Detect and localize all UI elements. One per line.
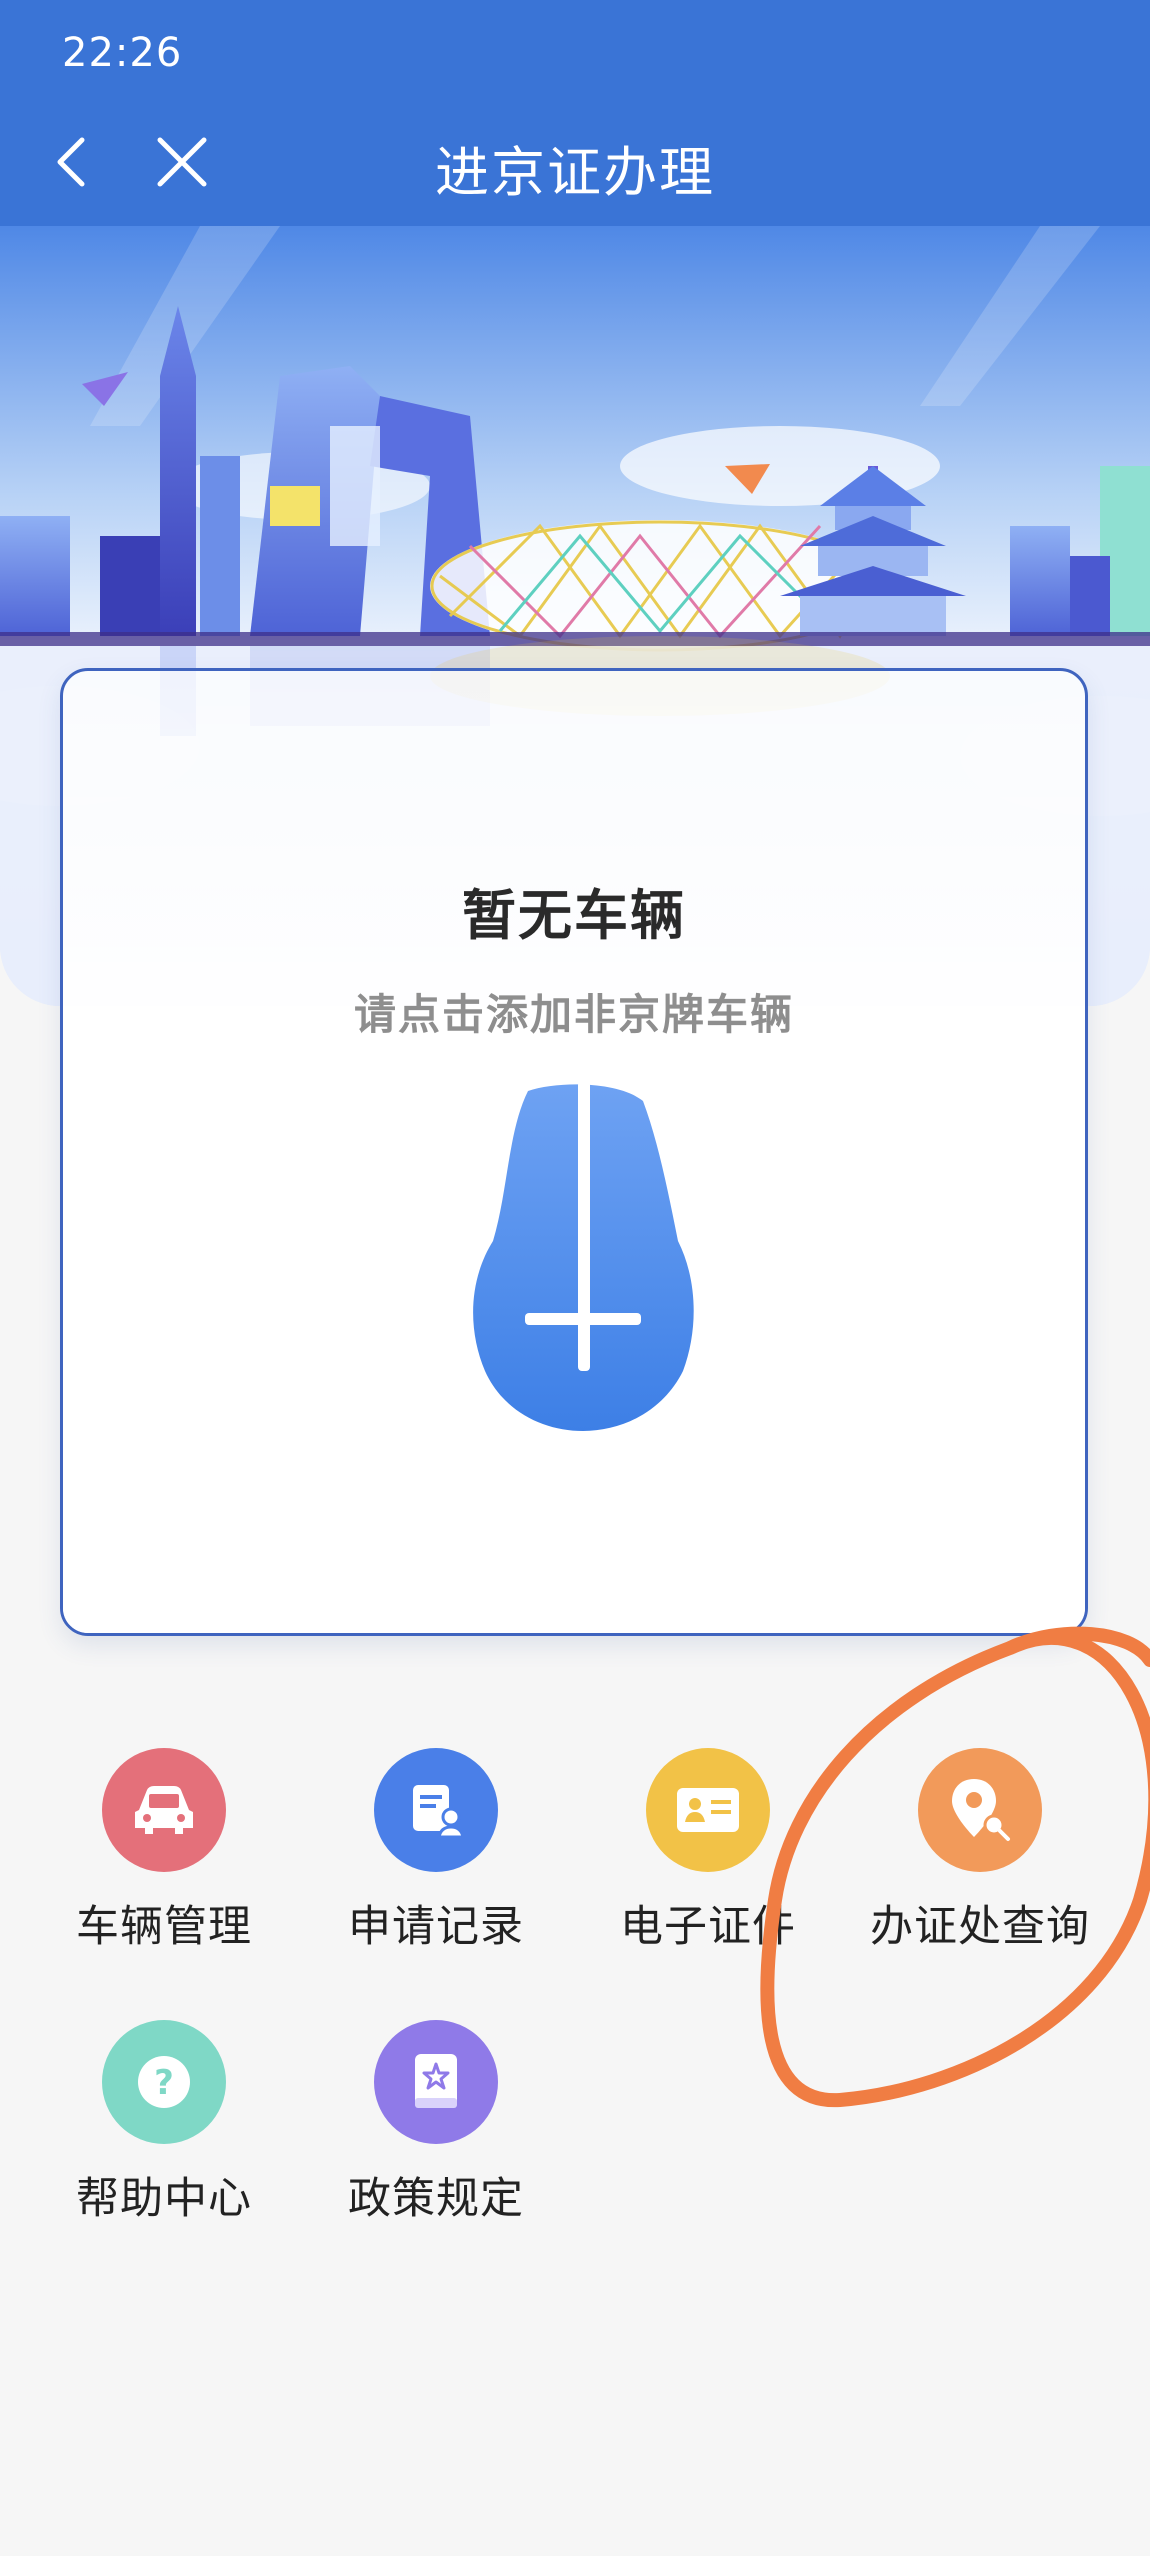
status-time: 22:26 bbox=[62, 30, 183, 76]
menu-application-records[interactable]: 申请记录 bbox=[300, 1748, 572, 1968]
add-vehicle-button[interactable] bbox=[468, 1071, 698, 1431]
menu-help-center[interactable]: ? 帮助中心 bbox=[28, 2020, 300, 2240]
menu-office-lookup[interactable]: 办证处查询 bbox=[844, 1748, 1116, 1968]
policy-book-icon bbox=[374, 2020, 498, 2144]
document-person-icon bbox=[374, 1748, 498, 1872]
vehicle-card: 暂无车辆 请点击添加非京牌车辆 bbox=[60, 668, 1088, 1636]
menu-label: 电子证件 bbox=[620, 1902, 796, 1952]
car-icon bbox=[102, 1748, 226, 1872]
menu-vehicle-management[interactable]: 车辆管理 bbox=[28, 1748, 300, 1968]
menu-policy-regulations[interactable]: 政策规定 bbox=[300, 2020, 572, 2240]
add-vehicle-icon bbox=[473, 1081, 694, 1431]
id-card-icon bbox=[646, 1748, 770, 1872]
add-vehicle-hint: 请点击添加非京牌车辆 bbox=[353, 990, 794, 1039]
menu-label: 车辆管理 bbox=[76, 1902, 252, 1952]
menu-label: 申请记录 bbox=[348, 1902, 524, 1952]
menu-label: 政策规定 bbox=[348, 2174, 524, 2224]
question-icon: ? bbox=[102, 2020, 226, 2144]
menu-label: 办证处查询 bbox=[870, 1902, 1090, 1952]
menu-label: 帮助中心 bbox=[76, 2174, 252, 2224]
app-bar: 22:26 进京证办理 bbox=[0, 0, 1150, 226]
menu-electronic-certificate[interactable]: 电子证件 bbox=[572, 1748, 844, 1968]
location-search-icon bbox=[918, 1748, 1042, 1872]
page-title: 进京证办理 bbox=[435, 141, 715, 204]
empty-vehicle-title: 暂无车辆 bbox=[462, 884, 686, 947]
svg-text:?: ? bbox=[154, 2063, 174, 2103]
